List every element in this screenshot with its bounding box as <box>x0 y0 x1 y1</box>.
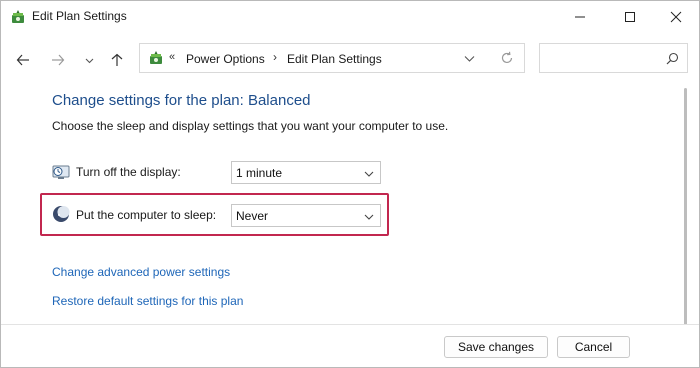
title-bar: Edit Plan Settings <box>1 1 699 33</box>
chevron-down-icon[interactable] <box>464 53 475 64</box>
breadcrumb-power-options[interactable]: Power Options <box>186 52 265 66</box>
vertical-scrollbar[interactable] <box>684 88 687 354</box>
power-options-icon <box>12 10 24 23</box>
address-bar[interactable]: « Power Options › Edit Plan Settings <box>139 43 525 73</box>
up-button[interactable] <box>106 49 128 71</box>
display-timeout-label: Turn off the display: <box>76 165 181 179</box>
cancel-button[interactable]: Cancel <box>557 336 630 358</box>
minimize-icon <box>575 16 585 18</box>
forward-arrow-icon <box>52 54 65 66</box>
sleep-timeout-value: Never <box>236 209 269 223</box>
recent-locations-button[interactable] <box>78 49 100 71</box>
restore-defaults-link[interactable]: Restore default settings for this plan <box>52 294 243 308</box>
footer-bar: Save changes Cancel <box>1 324 699 367</box>
window-title: Edit Plan Settings <box>32 9 127 23</box>
page-heading: Change settings for the plan: Balanced <box>52 92 311 109</box>
up-arrow-icon <box>111 53 123 66</box>
maximize-icon <box>625 12 635 22</box>
advanced-power-settings-link[interactable]: Change advanced power settings <box>52 265 230 279</box>
page-description: Choose the sleep and display settings th… <box>52 119 449 133</box>
sleep-moon-icon <box>53 206 70 222</box>
save-changes-button[interactable]: Save changes <box>444 336 548 358</box>
close-button[interactable] <box>653 1 699 33</box>
edit-plan-settings-window: Edit Plan Settings « Power Options › Edi… <box>0 0 700 368</box>
search-box[interactable] <box>539 43 688 73</box>
refresh-icon[interactable] <box>500 51 514 65</box>
back-arrow-icon <box>16 54 29 66</box>
breadcrumb-overflow-icon[interactable]: « <box>169 51 175 63</box>
power-options-icon <box>150 51 162 64</box>
close-icon <box>670 11 682 23</box>
display-timeout-select[interactable]: 1 minute <box>231 161 381 184</box>
display-timeout-value: 1 minute <box>236 166 283 180</box>
chevron-down-icon <box>364 214 374 220</box>
back-button[interactable] <box>12 49 34 71</box>
breadcrumb-separator-icon[interactable]: › <box>273 50 277 64</box>
maximize-button[interactable] <box>607 1 653 33</box>
chevron-down-icon <box>85 58 93 63</box>
chevron-down-icon <box>364 171 374 177</box>
sleep-timeout-select[interactable]: Never <box>231 204 381 227</box>
navigation-bar: « Power Options › Edit Plan Settings <box>1 41 699 79</box>
sleep-timeout-label: Put the computer to sleep: <box>76 208 217 222</box>
forward-button[interactable] <box>47 49 69 71</box>
minimize-button[interactable] <box>557 1 603 33</box>
breadcrumb-edit-plan-settings[interactable]: Edit Plan Settings <box>287 52 382 66</box>
display-clock-icon <box>52 165 70 179</box>
search-icon[interactable] <box>666 52 679 65</box>
